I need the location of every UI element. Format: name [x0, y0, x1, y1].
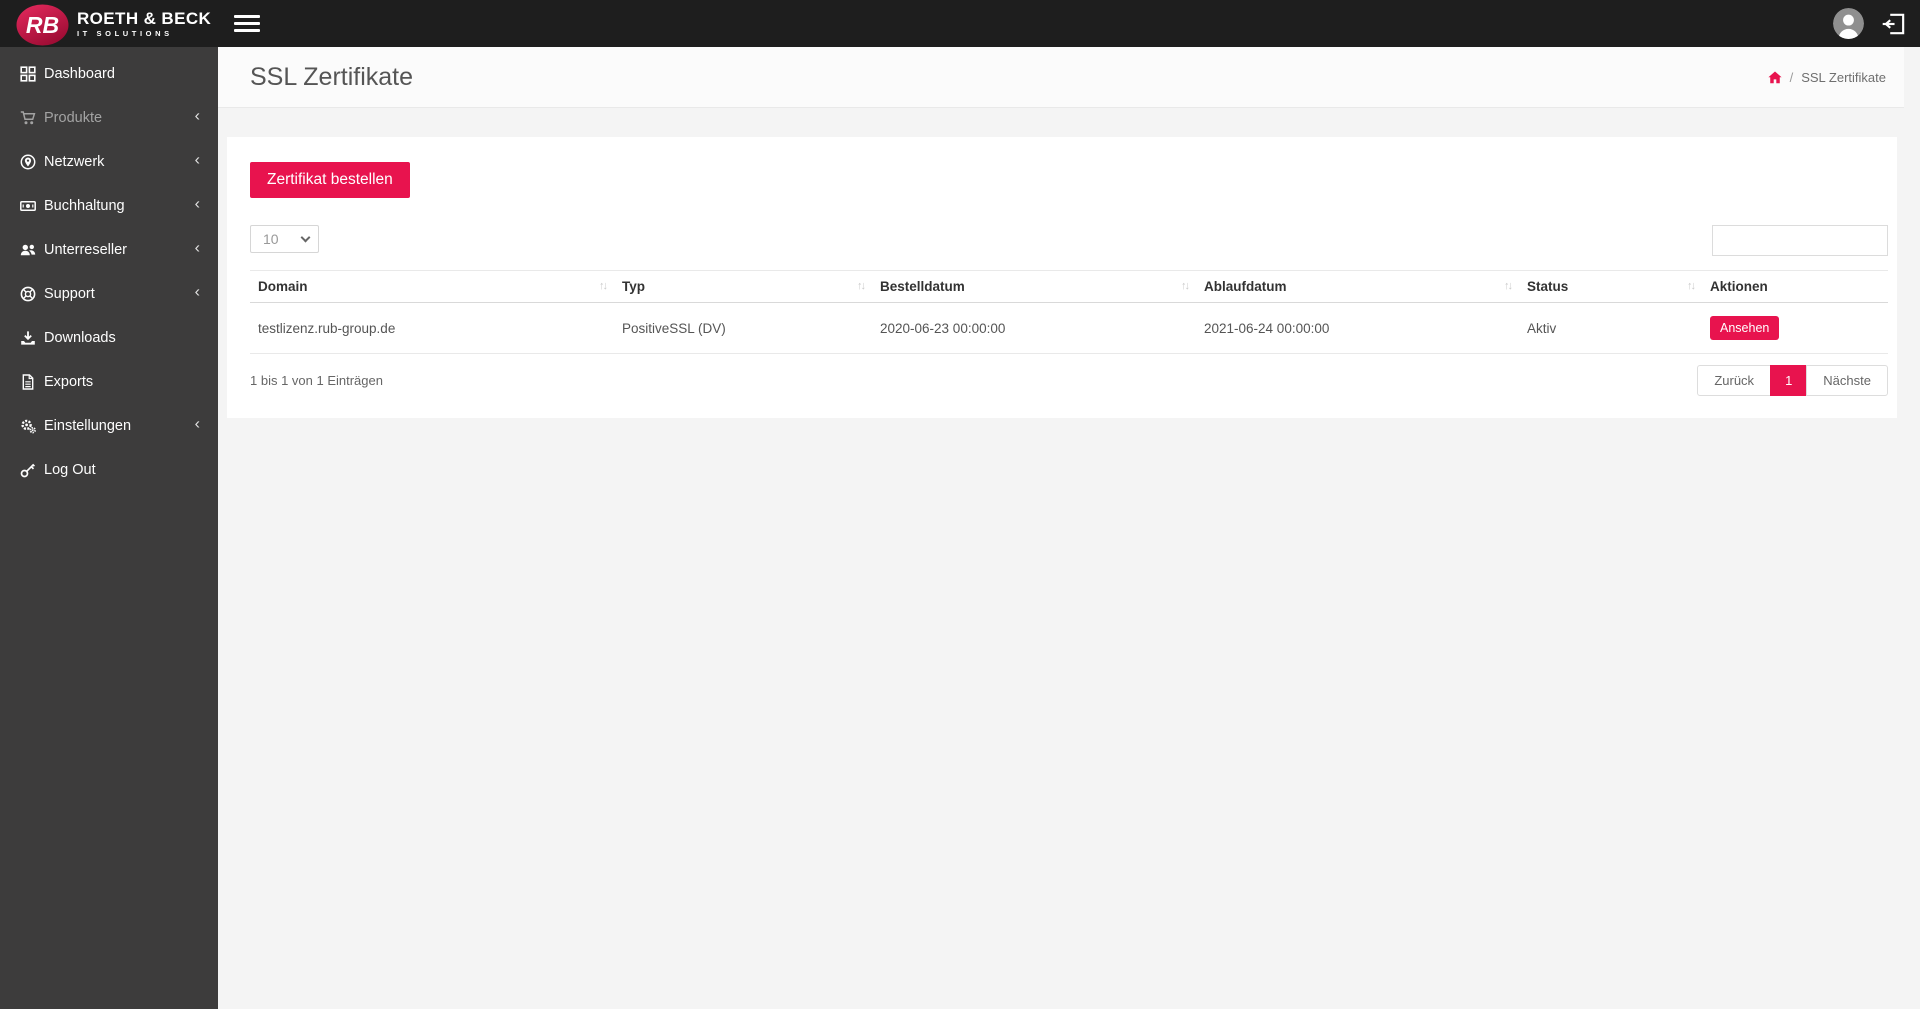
column-header-status[interactable]: Status ↑↓ — [1519, 270, 1702, 303]
svg-text:RB: RB — [26, 12, 59, 38]
column-header-action: Aktionen — [1702, 270, 1888, 303]
sort-arrows-icon: ↑↓ — [599, 280, 608, 292]
network-pin-icon — [20, 154, 36, 170]
chevron-left-icon: ‹ — [194, 283, 200, 301]
cell-ablaufdatum: 2021-06-24 00:00:00 — [1196, 302, 1519, 354]
sidebar-item-unterreseller[interactable]: Unterreseller ‹ — [0, 228, 218, 272]
sidebar-item-label: Downloads — [44, 330, 116, 346]
order-certificate-button[interactable]: Zertifikat bestellen — [250, 162, 410, 198]
page-title: SSL Zertifikate — [250, 62, 414, 91]
breadcrumb-current: SSL Zertifikate — [1801, 69, 1886, 85]
column-label: Ablaufdatum — [1204, 279, 1287, 294]
cell-bestelldatum: 2020-06-23 00:00:00 — [872, 302, 1196, 354]
sidebar-item-einstellungen[interactable]: Einstellungen ‹ — [0, 404, 218, 448]
table-body: testlizenz.rub-group.de PositiveSSL (DV) 2… — [250, 302, 1888, 354]
sidebar-item-support[interactable]: Support ‹ — [0, 272, 218, 316]
cell-status: Aktiv — [1519, 302, 1702, 354]
table-header-row: Domain ↑↓ Typ ↑↓ Bestelldatum ↑↓ Ablaufdatum ↑↓… — [250, 270, 1888, 303]
pagination-prev-button[interactable]: Zurück — [1697, 365, 1772, 396]
sidebar-nav: Dashboard Produkte ‹ Netzwerk ‹ Buchhaltung ‹ U… — [0, 52, 218, 492]
logout-icon[interactable] — [1880, 9, 1910, 39]
main-content: SSL Zertifikate / SSL Zertifikate Zertif… — [218, 47, 1904, 1009]
life-ring-icon — [20, 286, 36, 302]
column-header-domain[interactable]: Domain ↑↓ — [250, 270, 614, 303]
sort-arrows-icon: ↑↓ — [1504, 280, 1513, 292]
column-label: Domain — [258, 279, 308, 294]
sort-arrows-icon: ↑↓ — [857, 280, 866, 292]
breadcrumb-separator: / — [1789, 69, 1794, 85]
chevron-left-icon: ‹ — [194, 239, 200, 257]
sidebar-item-label: Exports — [44, 374, 94, 390]
sidebar: Dashboard Produkte ‹ Netzwerk ‹ Buchhaltung ‹ U… — [0, 47, 218, 1009]
sidebar-item-produkte[interactable]: Produkte ‹ — [0, 96, 218, 140]
sidebar-item-label: Buchhaltung — [44, 198, 125, 214]
sidebar-item-label: Support — [44, 286, 95, 302]
table-search-input[interactable] — [1712, 225, 1888, 256]
pagination-next-button[interactable]: Nächste — [1806, 365, 1888, 396]
column-label: Typ — [622, 279, 645, 294]
column-label: Aktionen — [1710, 279, 1768, 294]
sidebar-item-netzwerk[interactable]: Netzwerk ‹ — [0, 140, 218, 184]
sidebar-item-label: Einstellungen — [44, 418, 132, 434]
sidebar-item-label: Netzwerk — [44, 154, 105, 170]
table-info: 1 bis 1 von 1 Einträgen — [250, 373, 383, 388]
users-icon — [20, 242, 36, 258]
file-icon — [20, 374, 36, 390]
page-length-select[interactable]: 10 — [250, 225, 319, 253]
dashboard-grid-icon — [20, 66, 36, 82]
user-silhouette-icon — [1833, 8, 1864, 39]
logo-monogram-icon: RB — [16, 4, 69, 45]
column-label: Bestelldatum — [880, 279, 965, 294]
logo[interactable]: RB ROETH & BECK IT SOLUTIONS — [0, 0, 218, 47]
sidebar-item-label: Unterreseller — [44, 242, 127, 258]
page-header: SSL Zertifikate / SSL Zertifikate — [218, 47, 1904, 108]
column-header-bestelldatum[interactable]: Bestelldatum ↑↓ — [872, 270, 1196, 303]
user-avatar[interactable] — [1833, 8, 1864, 39]
home-icon[interactable] — [1768, 71, 1782, 84]
sidebar-item-exports[interactable]: Exports — [0, 360, 218, 404]
chevron-left-icon: ‹ — [194, 415, 200, 433]
sidebar-item-log-out[interactable]: Log Out — [0, 448, 218, 492]
sort-arrows-icon: ↑↓ — [1181, 280, 1190, 292]
column-label: Status — [1527, 279, 1569, 294]
content-card: Zertifikat bestellen 10 Domain ↑↓ Typ ↑↓ Bes… — [227, 137, 1897, 418]
gears-icon — [20, 418, 36, 434]
table-row: testlizenz.rub-group.de PositiveSSL (DV) 2… — [250, 302, 1888, 354]
column-header-typ[interactable]: Typ ↑↓ — [614, 270, 872, 303]
breadcrumb: / SSL Zertifikate — [1768, 70, 1886, 85]
right-gutter — [1904, 47, 1920, 1009]
logo-title: ROETH & BECK — [77, 8, 212, 28]
sort-arrows-icon: ↑↓ — [1687, 280, 1696, 292]
cell-action: Ansehen — [1702, 302, 1888, 354]
chevron-left-icon: ‹ — [194, 151, 200, 169]
sidebar-item-downloads[interactable]: Downloads — [0, 316, 218, 360]
cell-domain: testlizenz.rub-group.de — [250, 302, 614, 354]
page-length-control: 10 — [250, 225, 319, 253]
key-icon — [20, 462, 36, 478]
view-certificate-button[interactable]: Ansehen — [1710, 316, 1780, 340]
sidebar-item-label: Dashboard — [44, 66, 115, 82]
sidebar-item-label: Log Out — [44, 462, 96, 478]
certificates-table: Domain ↑↓ Typ ↑↓ Bestelldatum ↑↓ Ablaufdatum ↑↓… — [250, 270, 1888, 354]
top-bar: RB ROETH & BECK IT SOLUTIONS — [0, 0, 1920, 47]
download-icon — [20, 330, 36, 346]
sidebar-item-buchhaltung[interactable]: Buchhaltung ‹ — [0, 184, 218, 228]
menu-toggle-icon[interactable] — [234, 11, 260, 36]
chevron-left-icon: ‹ — [194, 107, 200, 125]
pagination-page-1-button[interactable]: 1 — [1770, 365, 1808, 396]
logo-subtitle: IT SOLUTIONS — [77, 28, 173, 38]
column-header-ablaufdatum[interactable]: Ablaufdatum ↑↓ — [1196, 270, 1519, 303]
sidebar-item-dashboard[interactable]: Dashboard — [0, 52, 218, 96]
chevron-left-icon: ‹ — [194, 195, 200, 213]
sidebar-item-label: Produkte — [44, 110, 103, 126]
cart-icon — [20, 110, 36, 126]
money-bill-icon — [20, 198, 36, 214]
cell-typ: PositiveSSL (DV) — [614, 302, 872, 354]
pagination: Zurück 1 Nächste — [1697, 365, 1888, 396]
